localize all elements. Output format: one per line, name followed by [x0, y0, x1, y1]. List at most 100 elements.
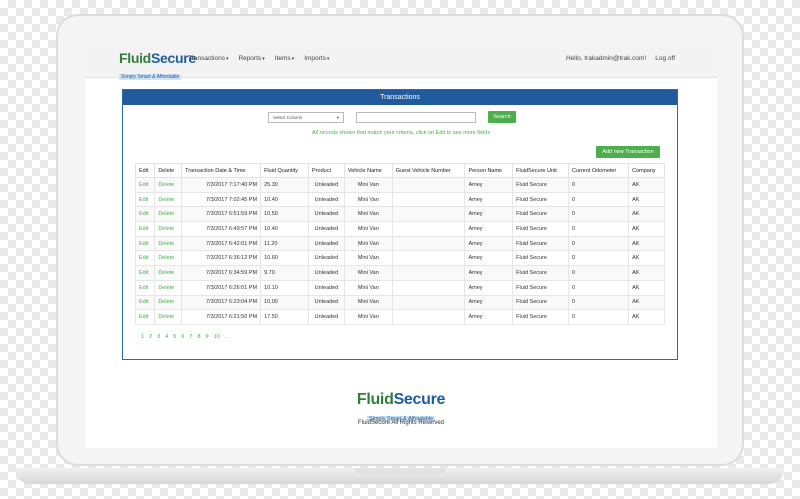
- cell-unit: Fluid Secure: [512, 279, 569, 296]
- col-header-vehicle[interactable]: Vehicle Name: [343, 163, 393, 178]
- edit-link[interactable]: Edit: [134, 279, 156, 296]
- cell-person: Amey: [464, 265, 514, 281]
- column-select[interactable]: Select Column ▾: [268, 111, 344, 123]
- navbar: FluidSecure Simply Smart & Affordable Tr…: [85, 44, 717, 80]
- cell-unit: Fluid Secure: [512, 250, 569, 267]
- cell-person: Amey: [464, 206, 514, 223]
- cell-guest-vehicle: [391, 294, 466, 311]
- nav-items-menu[interactable]: Items▾: [275, 55, 294, 62]
- cell-guest-vehicle: [391, 221, 466, 237]
- delete-link[interactable]: Delete: [154, 309, 183, 325]
- pagination: 1 2 3 4 5 6 7 8 9 10 ...: [141, 334, 229, 340]
- transactions-table: Edit Delete Transaction Date & Time Flui…: [134, 163, 665, 325]
- edit-link[interactable]: Edit: [134, 294, 156, 311]
- delete-link[interactable]: Delete: [154, 279, 183, 296]
- cell-odometer: 0: [567, 250, 630, 267]
- cell-vehicle: Mini Van: [343, 177, 393, 193]
- cell-guest-vehicle: [391, 309, 466, 325]
- caret-down-icon: ▾: [336, 114, 339, 120]
- edit-link[interactable]: Edit: [134, 309, 156, 325]
- cell-quantity: 10.40: [260, 221, 310, 237]
- cell-person: Amey: [464, 250, 514, 267]
- cell-quantity: 9.70: [260, 265, 310, 281]
- page-link[interactable]: 1: [141, 334, 144, 340]
- cell-person: Amey: [464, 309, 514, 325]
- delete-link[interactable]: Delete: [154, 294, 183, 311]
- copyright-text: FluidSecure All Rights Reserved: [357, 420, 445, 426]
- page-link[interactable]: 10: [214, 334, 220, 340]
- col-header-guest-vehicle[interactable]: Guest Vehicle Number: [391, 163, 466, 178]
- logo-tagline: Simply Smart & Affordable: [119, 74, 182, 80]
- col-header-odometer[interactable]: Current Odometer: [567, 163, 630, 178]
- page-link[interactable]: 5: [173, 334, 176, 340]
- cell-vehicle: Mini Van: [343, 235, 393, 252]
- col-header-edit[interactable]: Edit: [134, 163, 156, 178]
- nav-item-label: Transactions: [188, 55, 225, 62]
- cell-guest-vehicle: [391, 177, 466, 193]
- cell-guest-vehicle: [391, 191, 466, 208]
- user-greeting-link[interactable]: Hello, trakadmin@trak.com!: [566, 55, 646, 62]
- edit-link[interactable]: Edit: [134, 265, 156, 281]
- cell-guest-vehicle: [391, 206, 466, 223]
- delete-link[interactable]: Delete: [154, 265, 183, 281]
- col-header-unit[interactable]: FluidSecure Unit: [512, 163, 569, 178]
- brand-logo[interactable]: FluidSecure Simply Smart & Affordable: [119, 51, 196, 83]
- edit-link[interactable]: Edit: [134, 191, 156, 208]
- transactions-panel: Transactions Select Column ▾ Search All …: [122, 89, 678, 360]
- edit-link[interactable]: Edit: [134, 250, 156, 267]
- criteria-hint: All records shown that match your criter…: [311, 130, 491, 136]
- delete-link[interactable]: Delete: [154, 221, 183, 237]
- cell-date: 7/3/2017 6:42:01 PM: [181, 235, 262, 252]
- page-link[interactable]: 4: [165, 334, 168, 340]
- cell-vehicle: Mini Van: [343, 279, 393, 296]
- cell-person: Amey: [464, 221, 514, 237]
- cell-vehicle: Mini Van: [343, 191, 393, 208]
- col-header-quantity[interactable]: Fluid Quantity: [260, 163, 310, 178]
- cell-unit: Fluid Secure: [512, 206, 569, 223]
- cell-vehicle: Mini Van: [343, 250, 393, 267]
- cell-date: 7/3/2017 7:02:45 PM: [181, 191, 262, 208]
- search-input[interactable]: [356, 111, 476, 123]
- logo-wordmark: FluidSecure: [119, 51, 196, 65]
- col-header-date[interactable]: Transaction Date & Time: [181, 163, 262, 178]
- cell-odometer: 0: [567, 206, 630, 223]
- nav-reports-menu[interactable]: Reports▾: [238, 55, 264, 62]
- col-header-delete[interactable]: Delete: [154, 163, 183, 178]
- edit-link[interactable]: Edit: [134, 177, 156, 193]
- nav-imports-menu[interactable]: Imports▾: [304, 55, 329, 62]
- page-link[interactable]: 2: [149, 334, 152, 340]
- page-ellipsis[interactable]: ...: [225, 334, 230, 340]
- nav-transactions-menu[interactable]: Transactions▾: [188, 55, 228, 62]
- add-transaction-button[interactable]: Add new Transaction: [596, 146, 660, 158]
- cell-product: Unleaded: [308, 309, 345, 325]
- cell-product: Unleaded: [308, 250, 345, 267]
- page-link[interactable]: 7: [189, 334, 192, 340]
- cell-company: AK: [628, 221, 665, 237]
- page-link[interactable]: 8: [197, 334, 200, 340]
- page-link[interactable]: 6: [181, 334, 184, 340]
- search-button[interactable]: Search: [488, 111, 516, 123]
- logoff-link[interactable]: Log off: [655, 55, 675, 62]
- edit-link[interactable]: Edit: [134, 206, 156, 223]
- col-header-company[interactable]: Company: [628, 163, 665, 178]
- col-header-product[interactable]: Product: [308, 163, 345, 178]
- delete-link[interactable]: Delete: [154, 206, 183, 223]
- cell-odometer: 0: [567, 235, 630, 252]
- edit-link[interactable]: Edit: [134, 235, 156, 252]
- col-header-person[interactable]: Person Name: [464, 163, 514, 178]
- page-link[interactable]: 3: [157, 334, 160, 340]
- table-row: Edit Delete 7/3/2017 6:34:59 PM 9.70 Unl…: [134, 265, 665, 281]
- table-row: Edit Delete 7/3/2017 7:17:40 PM 25.30 Un…: [134, 177, 665, 193]
- caret-down-icon: ▾: [225, 56, 229, 62]
- delete-link[interactable]: Delete: [154, 250, 183, 267]
- delete-link[interactable]: Delete: [154, 235, 183, 252]
- cell-company: AK: [628, 250, 665, 267]
- cell-date: 7/3/2017 6:21:50 PM: [181, 309, 262, 325]
- delete-link[interactable]: Delete: [154, 177, 183, 193]
- page-link[interactable]: 9: [206, 334, 209, 340]
- cell-unit: Fluid Secure: [512, 191, 569, 208]
- cell-odometer: 0: [567, 294, 630, 311]
- delete-link[interactable]: Delete: [154, 191, 183, 208]
- cell-product: Unleaded: [308, 191, 345, 208]
- edit-link[interactable]: Edit: [134, 221, 156, 237]
